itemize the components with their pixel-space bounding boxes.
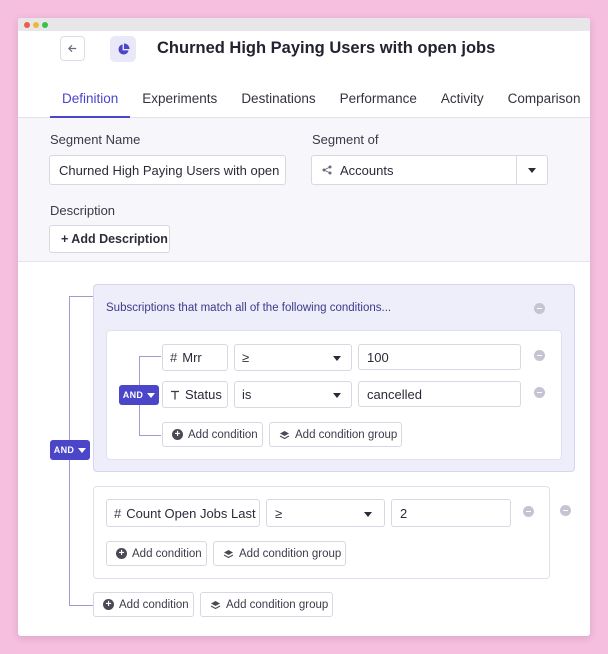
condition-field-label: Count Open Jobs Last 30 d xyxy=(126,505,259,521)
tab-bar: Definition Experiments Destinations Perf… xyxy=(50,85,590,118)
chevron-down-icon xyxy=(333,356,341,361)
add-condition-group-button[interactable]: Add condition group xyxy=(213,541,346,566)
add-condition-label: Add condition xyxy=(132,547,202,560)
tab-comparison[interactable]: Comparison xyxy=(496,85,590,118)
condition-field-label: Mrr xyxy=(182,350,202,365)
segment-name-input[interactable]: Churned High Paying Users with open xyxy=(49,155,286,185)
segment-of-select[interactable]: Accounts xyxy=(311,155,548,185)
add-condition-button[interactable]: + Add condition xyxy=(93,592,194,617)
tab-experiments[interactable]: Experiments xyxy=(130,85,229,118)
add-description-button[interactable]: + Add Description xyxy=(49,225,170,253)
page-header: Churned High Paying Users with open jobs… xyxy=(18,31,590,118)
minimize-window-dot[interactable] xyxy=(33,22,39,28)
back-button[interactable] xyxy=(60,36,85,61)
chevron-down-icon xyxy=(78,447,87,453)
description-label: Description xyxy=(50,203,116,218)
remove-group-icon[interactable] xyxy=(534,303,545,314)
condition-group-subscriptions: Subscriptions that match all of the foll… xyxy=(93,284,575,472)
segment-details: Segment Name Churned High Paying Users w… xyxy=(18,118,590,262)
condition-operator-label: is xyxy=(242,387,252,402)
inner-connector-bottom xyxy=(139,435,161,436)
condition-operator-select[interactable]: ≥ xyxy=(234,344,352,371)
chevron-down-icon xyxy=(364,512,372,517)
inner-and-label: AND xyxy=(122,390,144,400)
inner-connector-top xyxy=(139,356,161,357)
condition-field-select[interactable]: # Count Open Jobs Last 30 d xyxy=(106,499,260,527)
condition-operator-select[interactable]: is xyxy=(234,381,352,408)
add-condition-group-label: Add condition group xyxy=(226,598,329,611)
outer-connector-top xyxy=(69,296,93,297)
share-nodes-icon xyxy=(322,165,332,175)
inner-and-operator[interactable]: AND xyxy=(119,385,159,405)
text-type-icon xyxy=(171,390,179,399)
add-condition-group-button[interactable]: Add condition group xyxy=(269,422,402,447)
layers-icon xyxy=(210,600,221,609)
remove-condition-icon[interactable] xyxy=(534,387,545,398)
condition-value-input[interactable]: cancelled xyxy=(358,381,521,407)
page-title: Churned High Paying Users with open jobs xyxy=(157,39,496,57)
segment-of-label: Segment of xyxy=(312,132,379,147)
arrow-left-icon xyxy=(67,44,77,53)
remove-condition-icon[interactable] xyxy=(523,506,534,517)
add-condition-label: Add condition xyxy=(188,428,258,441)
layers-icon xyxy=(279,430,290,439)
condition-group-jobs: # Count Open Jobs Last 30 d ≥ 2 + Add co… xyxy=(93,486,550,579)
condition-field-select[interactable]: # Mrr xyxy=(162,344,228,371)
tab-definition[interactable]: Definition xyxy=(50,85,131,118)
segment-name-label: Segment Name xyxy=(50,132,141,147)
condition-value-input[interactable]: 100 xyxy=(358,344,521,370)
remove-condition-icon[interactable] xyxy=(534,350,545,361)
tab-destinations[interactable]: Destinations xyxy=(229,85,327,118)
outer-and-label: AND xyxy=(53,445,75,455)
condition-group-inner: AND # Mrr ≥ 100 Status is cancelled + Ad… xyxy=(106,330,562,460)
add-condition-button[interactable]: + Add condition xyxy=(106,541,207,566)
window-titlebar xyxy=(18,18,590,31)
condition-group-title: Subscriptions that match all of the foll… xyxy=(106,302,392,314)
hash-icon: # xyxy=(170,350,178,365)
add-condition-group-label: Add condition group xyxy=(295,428,398,441)
chevron-down-icon xyxy=(528,168,536,173)
add-condition-group-button[interactable]: Add condition group xyxy=(200,592,333,617)
add-condition-button[interactable]: + Add condition xyxy=(162,422,263,447)
pie-chart-icon xyxy=(110,36,136,62)
condition-operator-label: ≥ xyxy=(242,350,250,365)
condition-operator-label: ≥ xyxy=(275,505,283,521)
tab-performance[interactable]: Performance xyxy=(328,85,429,118)
plus-circle-icon: + xyxy=(116,548,127,559)
tab-activity[interactable]: Activity xyxy=(429,85,496,118)
condition-value-input[interactable]: 2 xyxy=(391,499,511,527)
layers-icon xyxy=(223,549,234,558)
hash-icon: # xyxy=(114,505,122,521)
chevron-down-icon xyxy=(333,393,341,398)
condition-operator-select[interactable]: ≥ xyxy=(266,499,385,527)
app-window: Churned High Paying Users with open jobs… xyxy=(18,18,590,636)
outer-and-operator[interactable]: AND xyxy=(50,440,90,460)
chevron-down-icon xyxy=(147,392,156,398)
segment-of-value: Accounts xyxy=(340,162,394,178)
add-condition-label: Add condition xyxy=(119,598,189,611)
condition-field-label: Status xyxy=(185,387,222,402)
outer-connector-bottom xyxy=(69,605,93,606)
plus-circle-icon: + xyxy=(172,429,183,440)
close-window-dot[interactable] xyxy=(24,22,30,28)
condition-field-select[interactable]: Status xyxy=(162,381,228,408)
maximize-window-dot[interactable] xyxy=(42,22,48,28)
remove-group-icon[interactable] xyxy=(560,505,571,516)
add-condition-group-label: Add condition group xyxy=(239,547,342,560)
plus-circle-icon: + xyxy=(103,599,114,610)
